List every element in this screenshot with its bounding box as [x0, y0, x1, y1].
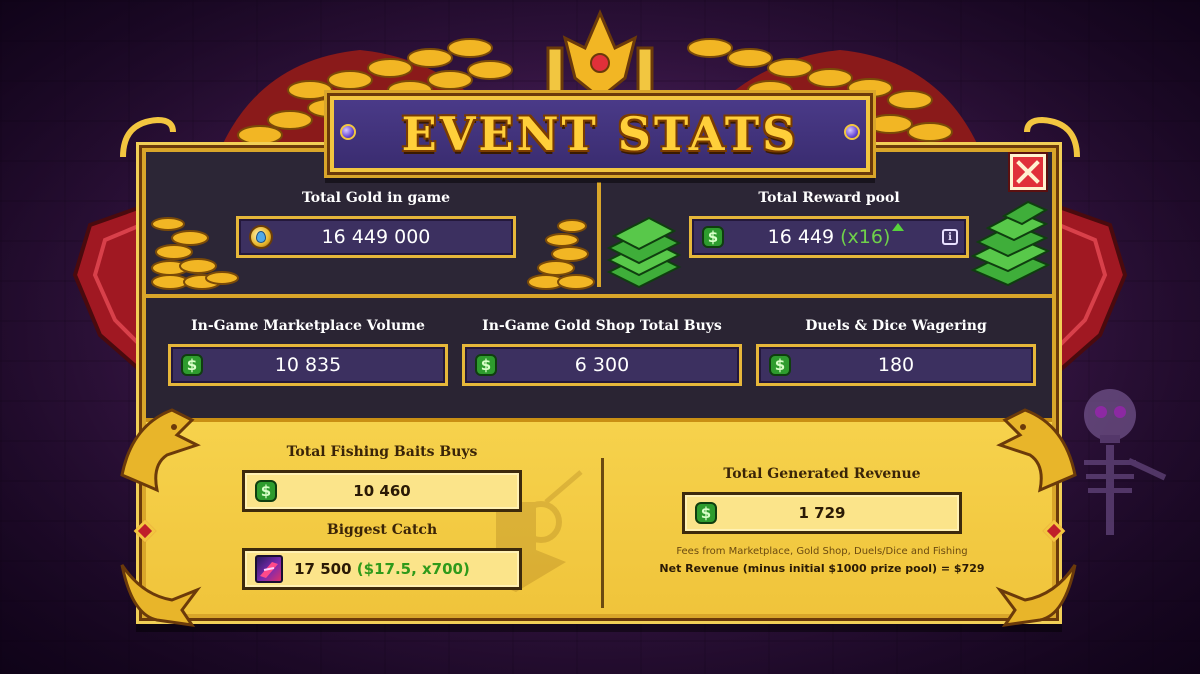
fishing-baits-value: 10 460 [353, 482, 411, 500]
biggest-catch-value: 17 500 ($17.5, x700) [294, 560, 470, 578]
gold-shop-buys-field: $ 6 300 [462, 344, 742, 386]
revenue-fees-note: Fees from Marketplace, Gold Shop, Duels/… [676, 546, 968, 557]
duels-dice-field: $ 180 [756, 344, 1036, 386]
gold-coin-icon [249, 225, 273, 249]
gem-icon [340, 124, 356, 140]
up-arrow-icon [892, 223, 904, 231]
money-stack-icon [970, 200, 1051, 287]
biggest-catch-extra: ($17.5, x700) [356, 560, 470, 578]
middle-section: In-Game Marketplace Volume $ 10 835 In-G… [146, 294, 1052, 422]
net-revenue-note: Net Revenue (minus initial $1000 prize p… [659, 562, 985, 575]
total-gold-value: 16 449 000 [321, 226, 431, 248]
top-divider [597, 182, 601, 287]
total-reward-pool-field: $ 16 449 (x16) i [689, 216, 969, 258]
dollar-icon: $ [181, 354, 203, 376]
close-icon [1016, 160, 1040, 184]
total-gold-label: Total Gold in game [301, 190, 451, 206]
dollar-icon: $ [695, 502, 717, 524]
gold-coins-pile-icon [151, 217, 239, 290]
generated-revenue-label: Total Generated Revenue [723, 466, 921, 482]
dollar-icon: $ [255, 480, 277, 502]
fishing-baits-field: $ 10 460 [242, 470, 522, 512]
gold-shop-buys-value: 6 300 [574, 354, 630, 376]
fish-icon [255, 555, 283, 583]
info-icon[interactable]: i [942, 229, 958, 245]
page-title: EVENT STATS [401, 107, 799, 161]
duels-dice-value: 180 [877, 354, 915, 376]
title-banner: EVENT STATS [330, 96, 870, 172]
reward-multiplier: (x16) [840, 226, 891, 248]
marketplace-volume-label: In-Game Marketplace Volume [191, 318, 425, 334]
bottom-divider [601, 458, 604, 608]
event-stats-panel: Total Gold in game 16 449 000 Total Rewa… [142, 148, 1056, 618]
biggest-catch-label: Biggest Catch [326, 522, 438, 538]
generated-revenue-field: $ 1 729 [682, 492, 962, 534]
money-stack-icon [606, 216, 682, 289]
dragon-head-icon [120, 564, 202, 627]
generated-revenue-value: 1 729 [798, 504, 846, 522]
duels-dice-label: Duels & Dice Wagering [805, 318, 987, 334]
bottom-section: Total Fishing Baits Buys $ 10 460 Bigges… [146, 418, 1052, 614]
total-reward-pool-label: Total Reward pool [758, 190, 900, 206]
gem-icon [844, 124, 860, 140]
total-reward-pool-value: 16 449 (x16) [767, 226, 891, 248]
skeleton-decoration [1084, 389, 1167, 535]
fishing-baits-label: Total Fishing Baits Buys [286, 444, 478, 460]
biggest-catch-field: 17 500 ($17.5, x700) [242, 548, 522, 590]
total-gold-field: 16 449 000 [236, 216, 516, 258]
dollar-icon: $ [702, 226, 724, 248]
gold-shop-buys-label: In-Game Gold Shop Total Buys [482, 318, 722, 334]
crown-crest-icon [546, 9, 654, 100]
dragon-head-icon [120, 408, 201, 493]
close-button[interactable] [1010, 154, 1046, 190]
marketplace-volume-field: $ 10 835 [168, 344, 448, 386]
dragon-head-icon [995, 564, 1077, 627]
gold-coins-pile-icon [527, 219, 595, 290]
dragon-head-icon [996, 408, 1077, 493]
marketplace-volume-value: 10 835 [274, 354, 342, 376]
top-section: Total Gold in game 16 449 000 Total Rewa… [146, 152, 1052, 294]
corner-curl-icon [120, 116, 176, 158]
dollar-icon: $ [475, 354, 497, 376]
dollar-icon: $ [769, 354, 791, 376]
